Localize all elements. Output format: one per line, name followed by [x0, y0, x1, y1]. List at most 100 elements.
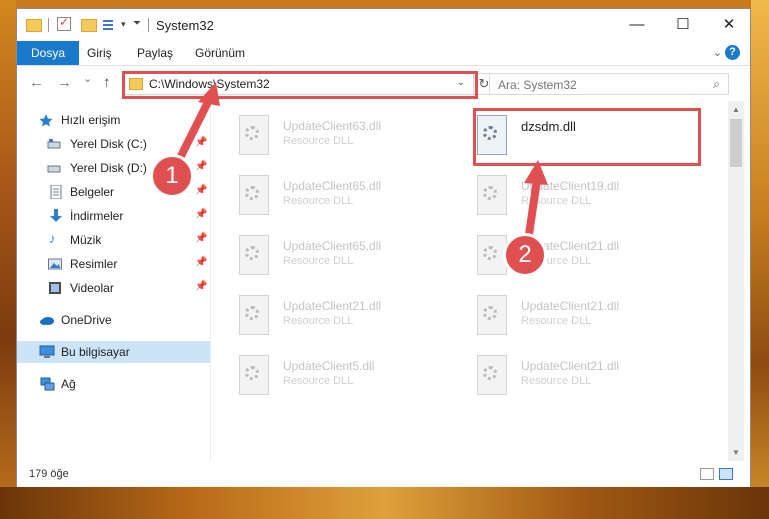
file-item[interactable]: UpdateClient65.dll Resource DLL	[239, 175, 469, 227]
video-icon	[48, 281, 62, 295]
file-name: UpdateClient63.dll	[283, 119, 382, 133]
dll-file-icon	[477, 355, 507, 395]
sidebar-item-videos[interactable]: Videolar 📌	[17, 277, 210, 299]
sidebar-item-onedrive[interactable]: OneDrive	[17, 309, 210, 331]
drive-icon	[47, 161, 61, 175]
address-highlight-box	[122, 71, 478, 99]
file-description: Resource DLL	[283, 315, 354, 327]
explorer-window: ▾ ⏷ System32 — ☐ ✕ Dosya Giriş Paylaş Gö…	[16, 8, 751, 487]
file-name: UpdateClient5.dll	[283, 359, 375, 373]
minimize-button[interactable]: —	[614, 9, 660, 41]
sidebar-item-downloads[interactable]: İndirmeler 📌	[17, 205, 210, 227]
scroll-thumb[interactable]	[730, 119, 742, 167]
sidebar-item-label: Belgeler	[70, 185, 115, 199]
chevron-down-icon[interactable]: ▾	[121, 19, 126, 35]
tab-home[interactable]: Giriş	[77, 41, 122, 65]
sidebar-item-label: Bu bilgisayar	[61, 345, 130, 359]
divider	[48, 18, 49, 32]
file-item[interactable]: UpdateClient5.dll Resource DLL	[239, 355, 469, 407]
picture-icon	[48, 257, 62, 271]
search-box[interactable]: ⌕	[489, 73, 729, 95]
tab-file[interactable]: Dosya	[17, 41, 80, 65]
sidebar-item-label: OneDrive	[61, 313, 112, 327]
file-name: UpdateClient65.dll	[283, 179, 382, 193]
file-item[interactable]: UpdateClient21.dll Resource DLL	[477, 295, 707, 347]
step-one-marker: 1	[150, 154, 194, 198]
scroll-down-icon[interactable]: ▼	[732, 448, 740, 457]
file-description: Resource DLL	[283, 135, 354, 147]
sidebar-item-label: Resimler	[70, 257, 118, 271]
sidebar-item-label: Ağ	[61, 377, 76, 391]
tab-view[interactable]: Görünüm	[185, 41, 255, 65]
document-icon	[49, 184, 63, 200]
computer-icon	[39, 345, 55, 359]
file-name: UpdateClient21.dll	[521, 359, 620, 373]
expand-ribbon-icon[interactable]: ⌄	[713, 46, 722, 59]
desktop-background-left	[0, 0, 16, 519]
sidebar-item-label: Yerel Disk (D:)	[70, 161, 147, 175]
item-count: 179 öğe	[29, 468, 69, 480]
step-two-marker: 2	[503, 233, 547, 277]
file-item[interactable]: UpdateClient65.dll Resource DLL	[239, 235, 469, 287]
file-description: Resource DLL	[521, 375, 592, 387]
sidebar-item-local-disk-c[interactable]: Yerel Disk (C:) 📌	[17, 133, 210, 155]
file-item[interactable]: UpdateClient21.dll Resource DLL	[477, 355, 707, 407]
sidebar-item-network[interactable]: Ağ	[17, 373, 210, 395]
music-icon: ♪	[49, 231, 56, 246]
folder-icon	[26, 19, 42, 32]
customize-toolbar-icon[interactable]: ⏷	[133, 18, 141, 34]
details-view-icon[interactable]	[700, 468, 714, 480]
new-folder-icon[interactable]	[81, 19, 97, 32]
file-item[interactable]: UpdateClient19.dll Resource DLL	[477, 175, 707, 227]
status-bar: 179 öğe	[17, 461, 750, 487]
search-input[interactable]	[496, 76, 700, 94]
properties-icon[interactable]	[103, 18, 117, 32]
forward-arrow-icon[interactable]: →	[57, 74, 72, 91]
pin-icon[interactable]: 📌	[195, 209, 207, 220]
dll-file-icon	[477, 175, 507, 215]
cloud-icon	[39, 313, 54, 327]
sidebar-item-pictures[interactable]: Resimler 📌	[17, 253, 210, 275]
help-icon[interactable]: ?	[725, 45, 740, 60]
back-arrow-icon[interactable]: ←	[29, 74, 44, 91]
file-description: Resource DLL	[283, 255, 354, 267]
download-icon	[49, 209, 63, 223]
pane-divider	[210, 101, 211, 461]
window-title: System32	[156, 18, 214, 33]
pin-icon[interactable]: 📌	[195, 233, 207, 244]
pin-icon[interactable]: 📌	[195, 137, 207, 148]
sidebar-item-label: İndirmeler	[70, 209, 124, 223]
desktop-background-right	[751, 0, 769, 519]
file-item[interactable]: UpdateClient63.dll Resource DLL	[239, 115, 469, 167]
desktop-background	[0, 0, 769, 8]
network-icon	[39, 377, 55, 391]
sidebar-item-music[interactable]: ♪ Müzik 📌	[17, 229, 210, 251]
sidebar-item-this-pc[interactable]: Bu bilgisayar	[17, 341, 210, 363]
maximize-button[interactable]: ☐	[660, 9, 706, 41]
dll-file-icon	[239, 115, 269, 155]
file-name: UpdateClient65.dll	[283, 239, 382, 253]
pin-icon[interactable]: 📌	[195, 161, 207, 172]
dll-file-icon	[239, 175, 269, 215]
sidebar-item-label: Hızlı erişim	[61, 113, 121, 127]
vertical-scrollbar[interactable]: ▲ ▼	[728, 101, 744, 461]
file-name: UpdateClient19.dll	[521, 179, 620, 193]
properties-check-icon[interactable]	[57, 15, 71, 31]
sidebar-item-label: Müzik	[70, 233, 102, 247]
close-button[interactable]: ✕	[706, 9, 752, 41]
pin-icon[interactable]: 📌	[195, 185, 207, 196]
file-description: Resource DLL	[521, 315, 592, 327]
recent-locations-icon[interactable]: ⌄	[83, 72, 92, 85]
pin-icon[interactable]: 📌	[195, 257, 207, 268]
drive-icon	[47, 137, 61, 151]
pin-icon[interactable]: 📌	[195, 281, 207, 292]
up-arrow-icon[interactable]: ↑	[103, 74, 111, 91]
file-item[interactable]: UpdateClient21.dll Resource DLL	[239, 295, 469, 347]
search-icon[interactable]: ⌕	[713, 77, 720, 92]
scroll-up-icon[interactable]: ▲	[732, 105, 740, 114]
sidebar-item-quick-access[interactable]: Hızlı erişim	[17, 109, 210, 131]
star-icon	[39, 113, 53, 127]
large-icons-view-icon[interactable]	[719, 468, 733, 480]
tab-share[interactable]: Paylaş	[127, 41, 183, 65]
file-name: UpdateClient21.dll	[283, 299, 382, 313]
